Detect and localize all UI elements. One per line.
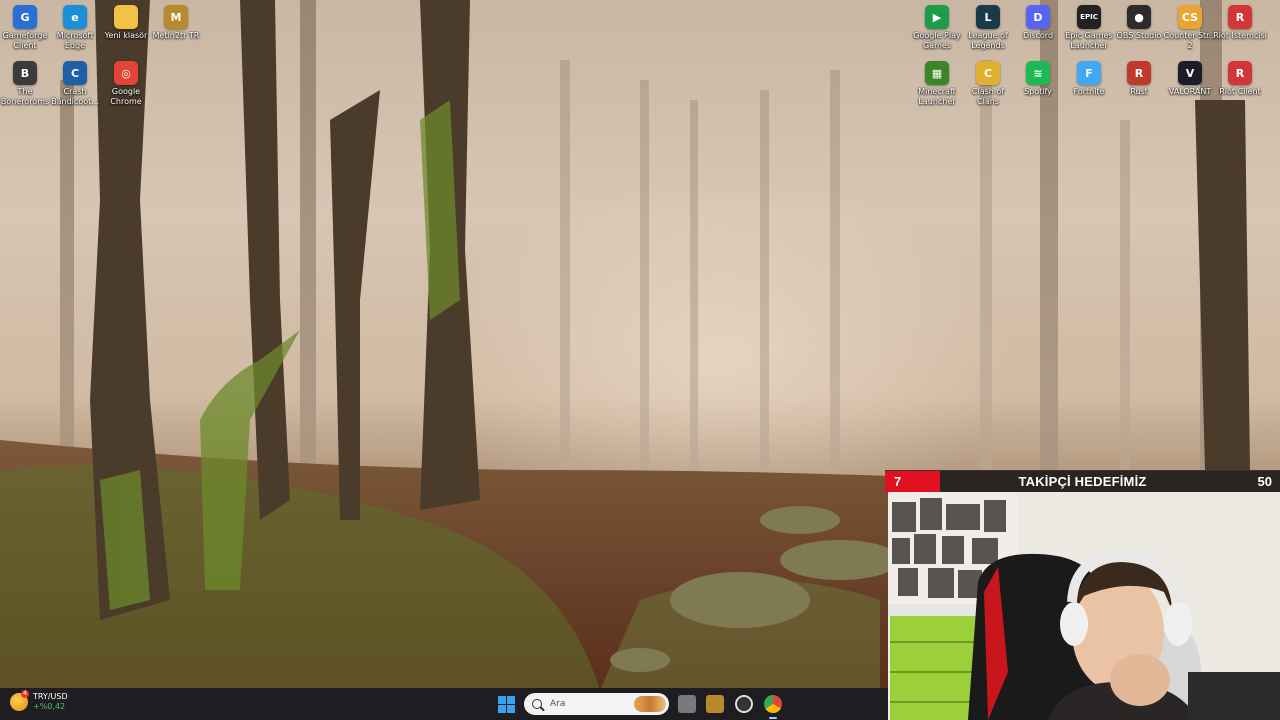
search-highlight-icon (634, 696, 666, 712)
discord-icon: D (1026, 5, 1050, 29)
desktop-icon-label: OBS Studio (1116, 31, 1162, 40)
desktop-icon-label: Discord (1022, 31, 1054, 40)
obs-taskbar-icon[interactable] (735, 695, 753, 713)
desktop-icon-label: Google Chrome (110, 87, 142, 106)
search-icon (532, 699, 542, 709)
webcam-feed (888, 492, 1280, 720)
desktop-icon-clash-of-clans[interactable]: C Clash of Clans (963, 58, 1013, 114)
chrome-taskbar-icon[interactable] (764, 695, 782, 713)
spotify-icon: ≋ (1026, 61, 1050, 85)
desktop-icon-crash[interactable]: C Crash Bandicoot... (50, 58, 100, 114)
desktop-icon-label: Epic Games Launcher (1065, 31, 1113, 50)
rust-icon: R (1127, 61, 1151, 85)
gameforge-icon: G (13, 5, 37, 29)
desktop-icon-riot-client[interactable]: R Riot İstemcisi (1213, 2, 1267, 58)
desktop-icon-label: Counter-Str... 2 (1163, 31, 1217, 50)
desktop-icon-fortnite[interactable]: F Fortnite (1064, 58, 1114, 114)
riot-client-icon: R (1228, 61, 1252, 85)
epic-icon: EPIC (1077, 5, 1101, 29)
google-play-games-icon: ▶ (925, 5, 949, 29)
desktop-icon-minecraft[interactable]: ▦ Minecraft Launcher (912, 58, 962, 114)
desktop-icon-grid: G Gameforge Client e Microsoft Edge Yeni kla… (0, 0, 1280, 120)
folder-icon (114, 5, 138, 29)
desktop-icon-label: Clash of Clans (971, 87, 1005, 106)
metin2-icon: M (164, 5, 188, 29)
start-button[interactable] (498, 696, 515, 713)
desktop-icon-league[interactable]: L League of Legends (963, 2, 1013, 58)
desktop-icon-label: Spotify (1024, 87, 1052, 96)
follower-goal-target: 50 (1257, 474, 1272, 489)
follower-goal-bar: 7 TAKİPÇİ HEDEFİMİZ 50 (885, 470, 1280, 493)
edge-icon: e (63, 5, 87, 29)
desktop-icon-discord[interactable]: D Discord (1013, 2, 1063, 58)
desktop-icon-label: Riot İstemcisi (1213, 31, 1267, 40)
desktop-icon-google-play-games[interactable]: ▶ Google Play Games (912, 2, 962, 58)
widgets-title: TRY/USD (33, 692, 68, 701)
desktop-icon-label: Gameforge Client (2, 31, 48, 50)
desktop-icon-label: Metin2tr TR (152, 31, 200, 40)
desktop-icon-label: The Boneroroms (0, 87, 50, 106)
desktop-icon-label: Fortnite (1073, 87, 1105, 96)
desktop-icon-chrome[interactable]: ◎ Google Chrome (101, 58, 151, 114)
desktop-icon-label: Minecraft Launcher (918, 87, 956, 106)
desktop-icon-label: League of Legends (968, 31, 1008, 50)
webcam-image (888, 492, 1280, 720)
obs-icon: ● (1127, 5, 1151, 29)
crash-icon: C (63, 61, 87, 85)
chrome-icon: ◎ (114, 61, 138, 85)
widgets-button[interactable]: 4 TRY/USD +%0,42 (10, 690, 68, 712)
desktop-icon-label: VALORANT (1168, 87, 1212, 96)
valorant-icon: V (1178, 61, 1202, 85)
desktop-icon-label: Crash Bandicoot... (51, 87, 99, 106)
taskbar: 4 TRY/USD +%0,42 Ara (0, 688, 888, 720)
taskbar-search[interactable]: Ara (524, 693, 669, 715)
desktop-icon-counter-strike[interactable]: CS Counter-Str... 2 (1163, 2, 1217, 58)
desktop-icon-rust[interactable]: R Rust (1114, 58, 1164, 114)
follower-goal-title: TAKİPÇİ HEDEFİMİZ (1018, 474, 1147, 489)
metin2-taskbar-icon[interactable] (706, 695, 724, 713)
desktop-icon-boneroroms[interactable]: B The Boneroroms (0, 58, 50, 114)
desktop-icon-edge[interactable]: e Microsoft Edge (50, 2, 100, 58)
riot-client-icon: R (1228, 5, 1252, 29)
desktop-icon-metin2[interactable]: M Metin2tr TR (151, 2, 201, 58)
task-view-icon[interactable] (678, 695, 696, 713)
search-placeholder: Ara (550, 699, 566, 709)
desktop-icon-label: Google Play Games (913, 31, 961, 50)
desktop-icon-label: Riot Client (1219, 87, 1261, 96)
chrome-active-indicator (769, 717, 777, 719)
desktop-icon-valorant[interactable]: V VALORANT (1165, 58, 1215, 114)
desktop-icon-folder[interactable]: Yeni klasör (101, 2, 151, 58)
desktop-icon-label: Rust (1130, 87, 1148, 96)
fortnite-icon: F (1077, 61, 1101, 85)
widgets-badge: 4 (21, 690, 29, 698)
desktop-icon-gameforge[interactable]: G Gameforge Client (0, 2, 50, 58)
desktop-icon-epic[interactable]: EPIC Epic Games Launcher (1064, 2, 1114, 58)
desktop-icon-label: Yeni klasör (104, 31, 148, 40)
desktop-icon-label: Microsoft Edge (56, 31, 94, 50)
desktop-icon-obs[interactable]: ● OBS Studio (1114, 2, 1164, 58)
boneroroms-icon: B (13, 61, 37, 85)
counter-strike-icon: CS (1178, 5, 1202, 29)
desktop-icon-spotify[interactable]: ≋ Spotify (1013, 58, 1063, 114)
minecraft-icon: ▦ (925, 61, 949, 85)
clash-of-clans-icon: C (976, 61, 1000, 85)
weather-icon: 4 (10, 690, 29, 711)
league-icon: L (976, 5, 1000, 29)
windows-logo-icon (498, 696, 506, 704)
widgets-value: +%0,42 (33, 702, 66, 711)
desktop-icon-riot-client[interactable]: R Riot Client (1215, 58, 1265, 114)
